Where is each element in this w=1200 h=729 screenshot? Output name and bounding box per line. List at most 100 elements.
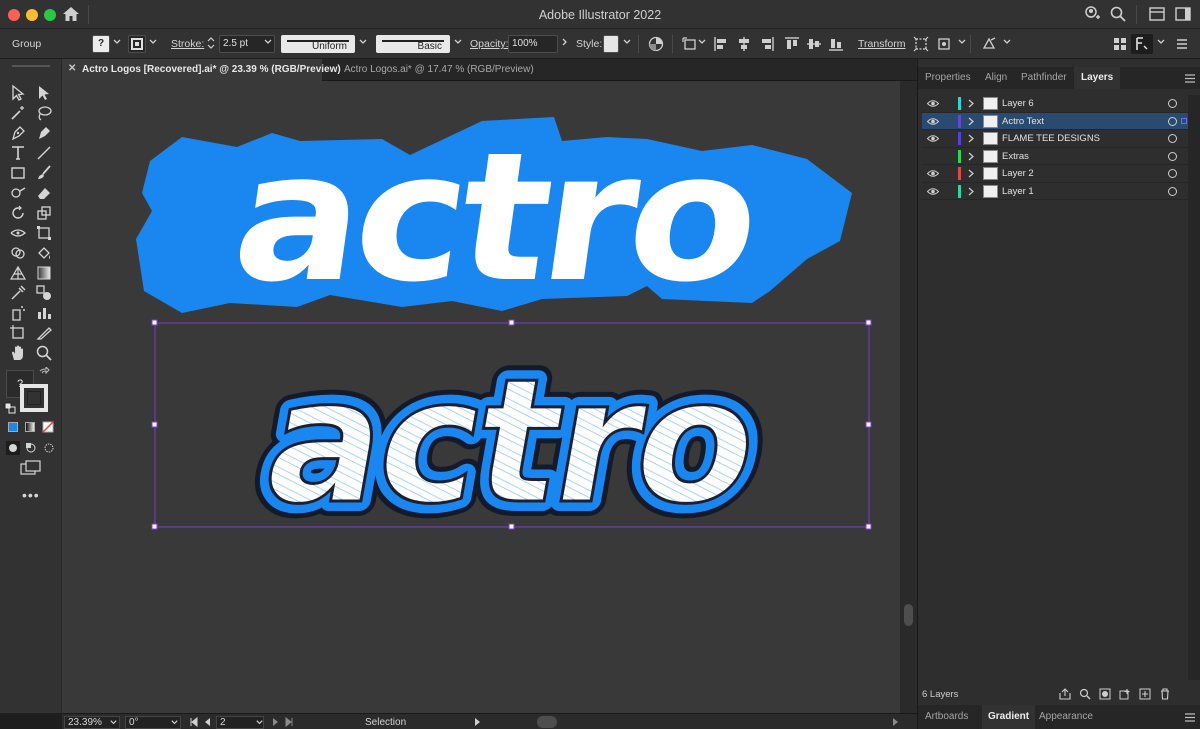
tab-properties[interactable]: Properties [925,67,971,89]
toolbar-grip[interactable] [12,65,50,67]
transform-link[interactable]: Transform [858,38,905,50]
create-sublayer-icon[interactable] [1119,688,1131,700]
selection-tool-icon[interactable] [9,84,27,102]
stroke-swatch[interactable] [128,35,146,53]
tab-layers[interactable]: Layers [1074,67,1121,89]
panel-menu-icon[interactable] [1174,36,1190,52]
visibility-eye-icon[interactable] [927,169,939,178]
close-tab-icon[interactable]: ✕ [68,63,76,74]
opacity-label[interactable]: Opacity: [470,38,509,50]
chevron-down-icon[interactable] [622,37,632,47]
layer-row-layer-2[interactable]: Layer 2 [922,165,1188,183]
expand-chevron-icon[interactable] [967,117,975,126]
edit-toolbar-icon[interactable]: ••• [22,487,40,503]
line-segment-tool-icon[interactable] [35,144,53,162]
rotate-tool-icon[interactable] [9,204,27,222]
artboard-tool-icon[interactable] [9,324,27,342]
gradient-mode-button[interactable] [25,422,35,432]
variable-width-profile-select[interactable]: Uniform [281,35,355,53]
live-paint-bucket-icon[interactable] [35,244,53,262]
visibility-eye-icon[interactable] [927,187,939,196]
align-vertical-center-icon[interactable] [806,36,822,52]
layer-target-icon[interactable] [1168,186,1177,196]
align-to-selection-icon[interactable] [682,36,698,52]
previous-artboard-icon[interactable] [203,717,213,727]
none-mode-icon[interactable] [42,421,54,433]
align-right-icon[interactable] [759,36,775,52]
gradient-tool-icon[interactable] [35,264,53,282]
layer-target-icon[interactable] [1168,99,1177,108]
tab-appearance[interactable]: Appearance [1039,705,1093,729]
visibility-eye-icon[interactable] [927,99,939,108]
delete-layer-icon[interactable] [1159,688,1171,700]
direct-selection-tool-icon[interactable] [35,84,53,102]
tab-actro-logos[interactable]: Actro Logos.ai* @ 17.47 % (RGB/Preview) [324,59,534,81]
vertical-scroll-thumb[interactable] [904,604,913,626]
tab-pathfinder[interactable]: Pathfinder [1021,67,1067,89]
locate-object-icon[interactable] [1079,688,1091,700]
opacity-input[interactable]: 100% [508,35,558,53]
layer-target-icon[interactable] [1168,116,1177,126]
brush-definition-select[interactable]: Basic [376,35,450,53]
shape-builder-tool-icon[interactable] [9,244,27,262]
tab-gradient[interactable]: Gradient [982,705,1036,729]
share-user-icon[interactable] [1083,5,1101,23]
make-clipping-mask-icon[interactable] [1099,688,1111,700]
layer-row-extras[interactable]: Extras [922,148,1188,165]
color-mode-button[interactable] [8,422,18,432]
arrange-documents-icon[interactable] [1148,5,1166,23]
screen-mode-icon[interactable] [20,460,42,476]
isolate-group-icon[interactable] [913,36,929,52]
curvature-tool-icon[interactable] [35,124,53,142]
fill-swatch[interactable]: ? [92,35,110,53]
width-tool-icon[interactable] [9,224,27,242]
layer-name[interactable]: Layer 6 [1002,98,1034,109]
create-new-layer-icon[interactable] [1139,688,1151,700]
align-horizontal-center-icon[interactable] [736,36,752,52]
expand-chevron-icon[interactable] [967,99,975,108]
layer-row-layer-6[interactable]: Layer 6 [922,95,1188,113]
slice-tool-icon[interactable] [35,324,53,342]
paintbrush-tool-icon[interactable] [35,164,53,182]
properties-toggle-button[interactable] [1131,34,1153,54]
expand-chevron-icon[interactable] [967,152,975,161]
free-transform-tool-icon[interactable] [35,224,53,242]
first-artboard-icon[interactable] [189,717,199,727]
scale-tool-icon[interactable] [35,204,53,222]
chevron-down-icon[interactable] [1002,37,1012,47]
layout-grid-icon[interactable] [1112,36,1128,52]
chevron-down-icon[interactable] [170,718,179,727]
chevron-right-icon[interactable] [472,717,482,727]
chevron-down-icon[interactable] [255,718,264,727]
eraser-tool-icon[interactable] [35,184,53,202]
layer-target-icon[interactable] [1168,134,1177,143]
puppet-warp-icon[interactable] [936,36,952,52]
chevron-down-icon[interactable] [358,37,368,47]
rectangle-tool-icon[interactable] [9,164,27,182]
expand-chevron-icon[interactable] [967,187,975,196]
expand-chevron-icon[interactable] [967,169,975,178]
panel-menu-icon[interactable] [1185,74,1195,83]
zoom-tool-icon[interactable] [35,344,53,362]
draw-inside-icon[interactable] [42,441,56,455]
stroke-indicator[interactable] [20,384,48,412]
hand-tool-icon[interactable] [9,344,27,362]
chevron-down-icon[interactable] [957,37,967,47]
chevron-down-icon[interactable] [109,718,118,727]
layer-name[interactable]: Actro Text [1002,116,1044,127]
symbol-sprayer-tool-icon[interactable] [9,304,27,322]
layer-name[interactable]: Extras [1002,151,1029,162]
align-top-icon[interactable] [784,36,800,52]
layers-scrollbar[interactable] [1188,95,1200,680]
workspace-switcher-icon[interactable] [1174,5,1192,23]
tab-artboards[interactable]: Artboards [925,705,968,729]
chevron-down-icon[interactable] [263,37,273,47]
horizontal-scroll-thumb[interactable] [537,716,557,728]
layer-row-actro-text[interactable]: Actro Text [922,112,1188,130]
visibility-eye-icon[interactable] [927,117,939,126]
shaper-tool-icon[interactable] [9,184,27,202]
magic-wand-tool-icon[interactable] [9,104,27,122]
chevron-down-icon[interactable] [1156,37,1166,47]
chevron-right-icon[interactable] [560,37,570,47]
tab-actro-logos-recovered[interactable]: ✕ Actro Logos [Recovered].ai* @ 23.39 % … [62,59,341,81]
